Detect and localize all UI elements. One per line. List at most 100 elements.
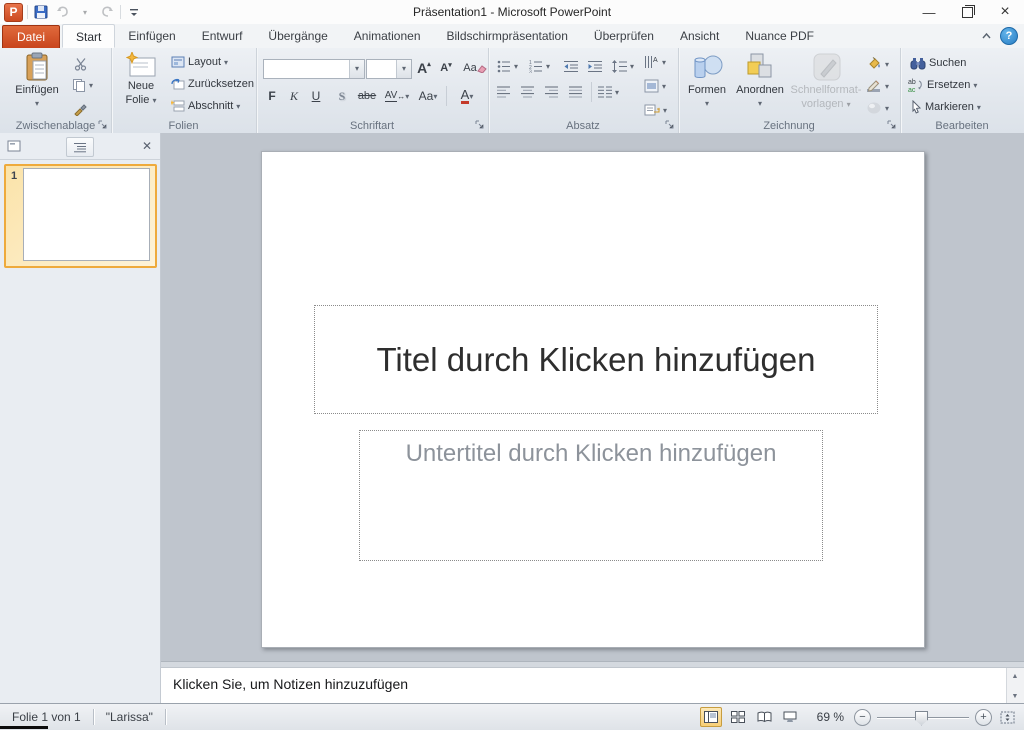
reset-button[interactable]: Zurücksetzen bbox=[171, 74, 254, 94]
align-center-button[interactable] bbox=[521, 82, 534, 102]
font-size-combo[interactable]: ▾ bbox=[366, 59, 412, 79]
justify-button[interactable] bbox=[569, 82, 582, 102]
group-label-paragraph: Absatz bbox=[488, 120, 678, 132]
decrease-indent-icon bbox=[564, 60, 578, 73]
close-button[interactable]: × bbox=[986, 0, 1024, 24]
zoom-out-button[interactable]: − bbox=[854, 709, 871, 726]
tab-ueberpruefen[interactable]: Überprüfen bbox=[581, 24, 667, 48]
font-name-input[interactable] bbox=[264, 60, 349, 78]
view-normal-button[interactable] bbox=[700, 707, 722, 727]
format-painter-button[interactable] bbox=[73, 98, 88, 118]
find-label: Suchen bbox=[929, 57, 966, 69]
tab-start[interactable]: Start bbox=[62, 24, 115, 48]
reset-label: Zurücksetzen bbox=[188, 78, 254, 90]
zoom-slider-thumb[interactable] bbox=[915, 711, 928, 726]
shape-effects-button[interactable]: ▾ bbox=[866, 98, 889, 118]
help-icon[interactable]: ? bbox=[1000, 27, 1018, 45]
zoom-slider[interactable] bbox=[877, 710, 969, 725]
tab-bildschirmpraesentation[interactable]: Bildschirmpräsentation bbox=[434, 24, 581, 48]
section-button[interactable]: Abschnitt▾ bbox=[171, 96, 240, 116]
title-placeholder[interactable]: Titel durch Klicken hinzufügen bbox=[314, 305, 878, 414]
text-direction-icon: A bbox=[644, 55, 659, 69]
change-case-button[interactable]: Aa▾ bbox=[414, 86, 442, 106]
align-text-button[interactable]: ▾ bbox=[644, 76, 666, 96]
zoom-level[interactable]: 69 % bbox=[810, 710, 844, 724]
quick-styles-button[interactable]: Schnellformat- vorlagen ▾ bbox=[790, 52, 862, 111]
decrease-indent-button[interactable] bbox=[564, 56, 578, 76]
restore-button[interactable] bbox=[948, 0, 986, 24]
text-shadow-button[interactable]: S bbox=[332, 86, 352, 106]
font-name-combo[interactable]: ▾ bbox=[263, 59, 365, 79]
notes-scrollbar[interactable]: ▲ ▼ bbox=[1006, 668, 1024, 704]
strikethrough-button[interactable]: abe bbox=[354, 86, 380, 106]
clear-formatting-button[interactable]: Aa bbox=[462, 58, 488, 78]
arrange-button[interactable]: Anordnen ▾ bbox=[732, 52, 788, 110]
copy-button[interactable]: ▾ bbox=[72, 75, 93, 95]
tab-einfuegen[interactable]: Einfügen bbox=[115, 24, 188, 48]
shapes-button[interactable]: Formen ▾ bbox=[684, 52, 730, 110]
theme-name-status[interactable]: "Larissa" bbox=[94, 709, 165, 725]
columns-button[interactable]: ▾ bbox=[598, 82, 619, 102]
notes-pane[interactable]: Klicken Sie, um Notizen hinzuzufügen ▲ ▼ bbox=[161, 667, 1024, 704]
subtitle-placeholder[interactable]: Untertitel durch Klicken hinzufügen bbox=[359, 430, 823, 561]
scroll-down-icon[interactable]: ▼ bbox=[1009, 690, 1021, 702]
underline-button[interactable]: U bbox=[306, 86, 326, 106]
zoom-in-button[interactable]: + bbox=[975, 709, 992, 726]
font-name-dropdown-icon[interactable]: ▾ bbox=[349, 60, 364, 78]
font-color-button[interactable]: A▾ bbox=[452, 86, 482, 106]
slide-thumbnail-selected[interactable]: 1 bbox=[4, 164, 157, 268]
select-button[interactable]: Markieren▾ bbox=[910, 97, 981, 117]
notes-placeholder[interactable]: Klicken Sie, um Notizen hinzuzufügen bbox=[173, 676, 408, 692]
view-slideshow-button[interactable] bbox=[780, 708, 800, 726]
view-slide-sorter-button[interactable] bbox=[728, 708, 748, 726]
convert-smartart-button[interactable]: ▾ bbox=[644, 100, 667, 120]
increase-indent-button[interactable] bbox=[588, 56, 602, 76]
quick-styles-icon bbox=[809, 52, 843, 82]
status-bar: Folie 1 von 1 "Larissa" 69 % − + bbox=[0, 703, 1024, 730]
tab-nuance-pdf[interactable]: Nuance PDF bbox=[732, 24, 827, 48]
tab-slides-thumbnails[interactable] bbox=[4, 137, 24, 155]
minimize-button[interactable]: — bbox=[910, 0, 948, 24]
close-panel-icon[interactable]: ✕ bbox=[140, 139, 154, 153]
text-direction-button[interactable]: A ▾ bbox=[644, 52, 666, 72]
shape-outline-button[interactable]: ▾ bbox=[866, 76, 889, 96]
clipboard-dialog-launcher-icon[interactable] bbox=[98, 120, 108, 130]
font-size-dropdown-icon[interactable]: ▾ bbox=[396, 60, 411, 78]
new-slide-button[interactable]: Neue Folie ▾ bbox=[117, 52, 165, 107]
powerpoint-window: P ▾ Präsentation1 - Microsoft PowerPoint… bbox=[0, 0, 1024, 729]
align-left-button[interactable] bbox=[497, 82, 510, 102]
align-right-button[interactable] bbox=[545, 82, 558, 102]
view-reading-button[interactable] bbox=[754, 708, 774, 726]
tab-file[interactable]: Datei bbox=[2, 25, 60, 50]
slide-canvas[interactable]: Titel durch Klicken hinzufügen Untertite… bbox=[261, 151, 925, 648]
title-bar: P ▾ Präsentation1 - Microsoft PowerPoint… bbox=[0, 0, 1024, 24]
numbering-button[interactable]: 123 ▾ bbox=[529, 56, 550, 76]
font-size-input[interactable] bbox=[367, 60, 396, 78]
shape-fill-button[interactable]: ▾ bbox=[866, 54, 889, 74]
grow-font-button[interactable]: A▴ bbox=[414, 58, 434, 78]
fit-slide-to-window-button[interactable] bbox=[998, 709, 1016, 725]
tab-uebergaenge[interactable]: Übergänge bbox=[255, 24, 340, 48]
tab-animationen[interactable]: Animationen bbox=[341, 24, 434, 48]
cut-button[interactable] bbox=[74, 54, 88, 74]
collapse-ribbon-icon[interactable] bbox=[981, 32, 992, 40]
replace-button[interactable]: abac Ersetzen▾ bbox=[908, 75, 977, 95]
bold-button[interactable]: F bbox=[262, 86, 282, 106]
shrink-font-button[interactable]: A▾ bbox=[436, 58, 456, 78]
scroll-up-icon[interactable]: ▲ bbox=[1009, 670, 1021, 682]
bullets-button[interactable]: ▾ bbox=[497, 56, 518, 76]
italic-button[interactable]: K bbox=[284, 86, 304, 106]
paragraph-dialog-launcher-icon[interactable] bbox=[665, 120, 675, 130]
tab-outline[interactable] bbox=[66, 137, 94, 157]
line-spacing-button[interactable]: ▾ bbox=[612, 56, 634, 76]
find-button[interactable]: Suchen bbox=[910, 53, 966, 73]
paste-button[interactable]: Einfügen ▾ bbox=[10, 52, 64, 110]
slide-count-status[interactable]: Folie 1 von 1 bbox=[0, 709, 93, 725]
drawing-dialog-launcher-icon[interactable] bbox=[887, 120, 897, 130]
group-label-editing: Bearbeiten bbox=[900, 120, 1024, 132]
layout-button[interactable]: Layout▾ bbox=[171, 52, 228, 72]
font-dialog-launcher-icon[interactable] bbox=[475, 120, 485, 130]
tab-ansicht[interactable]: Ansicht bbox=[667, 24, 732, 48]
character-spacing-button[interactable]: AV↔▾ bbox=[382, 86, 412, 106]
tab-entwurf[interactable]: Entwurf bbox=[189, 24, 256, 48]
